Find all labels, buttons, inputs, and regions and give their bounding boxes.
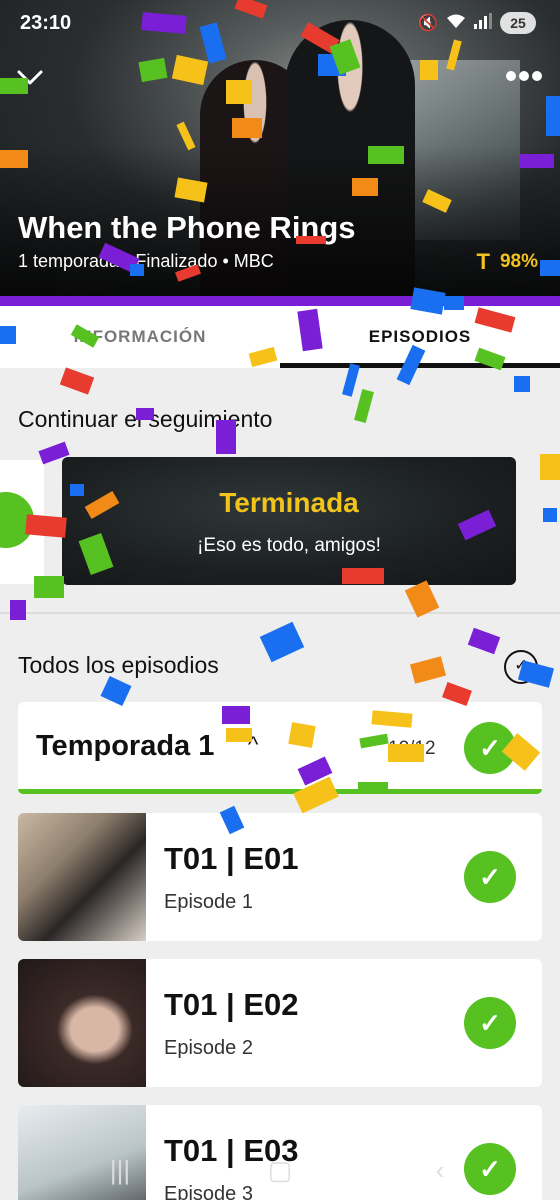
peek-check-icon (0, 492, 34, 548)
episode-code: T01 | E02 (164, 987, 299, 1022)
finished-title: Terminada (219, 487, 359, 518)
tv-time-logo-icon: T (476, 249, 490, 274)
check-back-icon (17, 70, 43, 85)
show-meta: 1 temporada • Finalizado • MBC (18, 251, 274, 271)
status-bar: 23:10 🔇 25 (0, 0, 560, 48)
battery-icon: 25 (500, 12, 536, 34)
episode-card[interactable]: T01 | E02 Episode 2 ✓ (18, 959, 542, 1087)
episode-card[interactable]: T01 | E01 Episode 1 ✓ (18, 813, 542, 941)
episode-name: Episode 2 (164, 1037, 253, 1059)
more-dots-icon (506, 71, 542, 81)
all-episodes-heading: Todos los episodios (18, 652, 219, 678)
chevron-icon: ✓ (514, 657, 528, 674)
season-row[interactable]: Temporada 1 ^ 12/12 ✓ (18, 702, 542, 794)
mute-icon: 🔇 (418, 15, 438, 32)
episode-thumbnail (18, 813, 146, 941)
score-value: 98% (499, 251, 538, 272)
show-seasons: 1 temporada (18, 251, 120, 271)
accent-bar (0, 296, 560, 306)
hero-toolbar (0, 62, 560, 102)
previous-card-peek[interactable] (0, 460, 44, 584)
finished-card[interactable]: Terminada ¡Eso es todo, amigos! (62, 457, 516, 585)
back-button[interactable] (16, 62, 48, 94)
episode-code: T01 | E01 (164, 841, 299, 876)
collapse-all-button[interactable]: ✓ (504, 650, 538, 684)
system-nav-bar: ||| ▢ ‹ (0, 1140, 560, 1200)
status-icons: 🔇 25 (418, 12, 536, 34)
tab-episodios[interactable]: EPISODIOS (280, 306, 560, 368)
episode-watched-check-icon[interactable]: ✓ (464, 851, 516, 903)
season-label: Temporada 1 (36, 730, 215, 762)
detail-tabs: INFORMACIÓN EPISODIOS (0, 306, 560, 368)
finished-subtitle: ¡Eso es todo, amigos! (197, 535, 381, 556)
chevron-up-icon[interactable]: ^ (248, 732, 258, 758)
home-icon[interactable]: ▢ (260, 1150, 300, 1190)
season-progress-count: 12/12 (388, 738, 436, 759)
more-options-button[interactable] (504, 62, 544, 94)
tab-informacion[interactable]: INFORMACIÓN (0, 306, 280, 368)
signal-icon (474, 12, 492, 34)
show-network: MBC (233, 251, 274, 271)
season-progress-bar (18, 789, 542, 794)
continue-heading: Continuar el seguimiento (18, 406, 273, 432)
wifi-icon (446, 13, 466, 34)
episode-name: Episode 1 (164, 891, 253, 913)
season-watched-check-icon[interactable]: ✓ (464, 722, 516, 774)
show-title: When the Phone Rings (18, 210, 356, 245)
recents-icon[interactable]: ||| (100, 1150, 140, 1190)
episode-thumbnail (18, 959, 146, 1087)
episode-watched-check-icon[interactable]: ✓ (464, 997, 516, 1049)
show-score: T 98% (477, 247, 538, 277)
show-state: Finalizado (135, 251, 218, 271)
status-time: 23:10 (20, 12, 72, 34)
back-nav-icon[interactable]: ‹ (420, 1150, 460, 1190)
section-divider (0, 612, 560, 614)
